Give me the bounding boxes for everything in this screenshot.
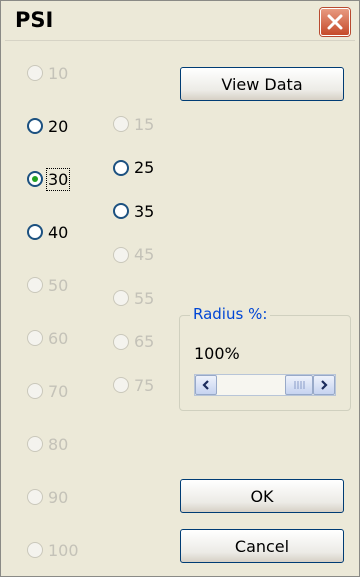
dialog-body: 10 20 30 40 50 60 70 80 90 100 15 25 35 45 55 65 75 Vie… bbox=[5, 40, 355, 573]
radio-unchecked-icon bbox=[27, 224, 43, 240]
radio-psi-25[interactable]: 25 bbox=[113, 157, 154, 179]
radio-unchecked-icon bbox=[113, 159, 129, 176]
radio-unchecked-icon bbox=[113, 333, 129, 350]
radius-group: Radius %: 100% bbox=[179, 305, 351, 411]
radio-unchecked-icon bbox=[27, 330, 43, 346]
radio-dot bbox=[32, 176, 38, 182]
radio-unchecked-icon bbox=[27, 277, 43, 293]
radio-checked-icon bbox=[27, 171, 43, 187]
radio-psi-35[interactable]: 35 bbox=[113, 200, 154, 222]
radio-label: 25 bbox=[134, 158, 155, 177]
radio-unchecked-icon bbox=[27, 489, 43, 505]
radio-psi-45: 45 bbox=[113, 244, 154, 266]
close-button[interactable] bbox=[320, 8, 350, 36]
radio-psi-65: 65 bbox=[113, 331, 154, 353]
arrow-right-icon bbox=[321, 380, 328, 390]
radio-unchecked-icon bbox=[113, 246, 129, 263]
cancel-button[interactable]: Cancel bbox=[180, 529, 344, 563]
radio-label: 10 bbox=[48, 63, 69, 83]
radio-label: 80 bbox=[48, 434, 69, 454]
radio-label: 20 bbox=[48, 116, 69, 136]
radio-psi-80: 80 bbox=[27, 433, 68, 455]
radio-label: 70 bbox=[48, 381, 69, 401]
grip-icon bbox=[294, 381, 305, 389]
view-data-button[interactable]: View Data bbox=[180, 67, 344, 101]
radius-value: 100% bbox=[194, 344, 240, 363]
scroll-left-button[interactable] bbox=[195, 375, 217, 395]
radio-label: 35 bbox=[134, 201, 155, 221]
close-icon bbox=[327, 14, 343, 30]
title-bar[interactable]: PSI bbox=[1, 1, 359, 39]
scroll-thumb[interactable] bbox=[285, 375, 313, 395]
radio-label: 50 bbox=[48, 275, 69, 295]
radio-unchecked-icon bbox=[113, 116, 129, 132]
radio-psi-30[interactable]: 30 bbox=[27, 167, 71, 191]
radio-psi-55: 55 bbox=[113, 287, 154, 309]
radio-unchecked-icon bbox=[27, 436, 43, 452]
ok-button[interactable]: OK bbox=[180, 479, 344, 513]
radio-label: 45 bbox=[134, 245, 155, 264]
radio-unchecked-icon bbox=[27, 542, 43, 558]
radio-label: 100 bbox=[48, 540, 79, 560]
radio-psi-20[interactable]: 20 bbox=[27, 115, 68, 137]
radio-unchecked-icon bbox=[27, 65, 43, 81]
radio-psi-90: 90 bbox=[27, 486, 68, 508]
radio-label: 75 bbox=[134, 375, 155, 395]
radius-scrollbar[interactable] bbox=[194, 374, 336, 396]
radio-psi-40[interactable]: 40 bbox=[27, 221, 68, 243]
arrow-left-icon bbox=[202, 380, 209, 390]
window-title: PSI bbox=[15, 8, 54, 32]
scroll-right-button[interactable] bbox=[313, 375, 335, 395]
radio-unchecked-icon bbox=[113, 203, 129, 219]
radio-label: 30 bbox=[45, 167, 71, 191]
radio-label: 40 bbox=[48, 222, 69, 242]
radio-psi-15: 15 bbox=[113, 113, 154, 135]
radius-legend: Radius %: bbox=[190, 305, 271, 323]
psi-dialog: PSI 10 20 30 40 50 60 70 80 90 100 15 25 35 45 55 65 75… bbox=[0, 0, 360, 577]
radio-label: 55 bbox=[134, 288, 155, 308]
radio-label: 60 bbox=[48, 328, 69, 348]
radio-psi-50: 50 bbox=[27, 274, 68, 296]
radio-unchecked-icon bbox=[27, 118, 43, 134]
radio-label: 90 bbox=[48, 487, 69, 507]
radio-unchecked-icon bbox=[113, 290, 129, 306]
radio-psi-70: 70 bbox=[27, 380, 68, 402]
radio-psi-100: 100 bbox=[27, 539, 79, 561]
radio-psi-75: 75 bbox=[113, 374, 154, 396]
radio-label: 65 bbox=[134, 332, 155, 351]
radio-unchecked-icon bbox=[113, 377, 129, 393]
radio-unchecked-icon bbox=[27, 383, 43, 399]
radio-psi-60: 60 bbox=[27, 327, 68, 349]
radio-label: 15 bbox=[134, 114, 155, 134]
radio-psi-10: 10 bbox=[27, 62, 68, 84]
